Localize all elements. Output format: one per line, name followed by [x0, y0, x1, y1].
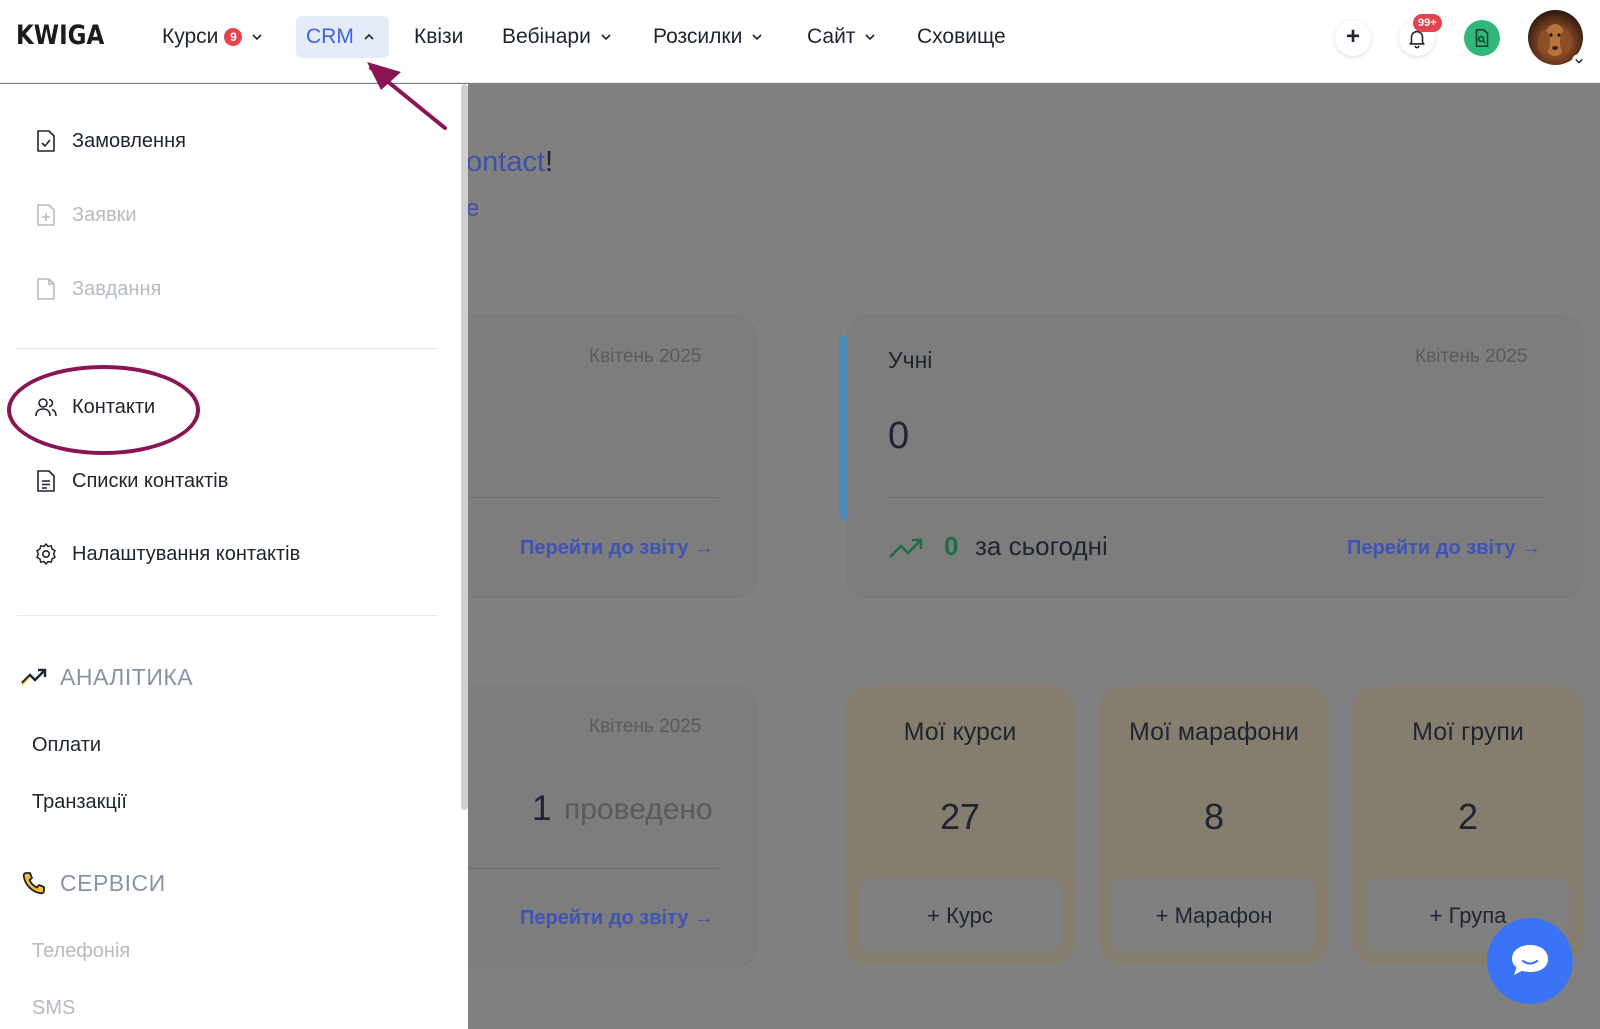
students-count: 0: [888, 415, 910, 457]
nav-storage-label: Сховище: [917, 25, 1006, 48]
menu-item-sms[interactable]: SMS: [32, 997, 75, 1020]
menu-item-payments[interactable]: Оплати: [32, 734, 101, 757]
file-plus-icon: [34, 203, 58, 227]
greeting-exclamation: !: [545, 146, 554, 178]
add-course-button[interactable]: + Курс: [859, 879, 1061, 952]
card3-held-label: проведено: [564, 793, 713, 826]
card3-held-count: 1: [532, 789, 552, 828]
menu-item-orders[interactable]: Замовлення: [34, 129, 186, 153]
chevron-down-icon: [865, 34, 876, 41]
menu-item-orders-label: Замовлення: [72, 129, 186, 152]
nav-webinars-label: Вебінари: [502, 25, 591, 48]
menu-item-tasks-label: Завдання: [72, 277, 162, 300]
students-today-count: 0: [944, 531, 959, 561]
menu-item-contact-settings[interactable]: Налаштування контактів: [34, 542, 300, 566]
chevron-down-icon: [601, 34, 611, 41]
services-section-heading: СЕРВІСИ: [20, 869, 166, 897]
trending-up-icon: [20, 663, 48, 691]
students-today-label: за сьогодні: [975, 531, 1108, 561]
nav-quizzes-label: Квізи: [414, 25, 464, 48]
card1-report-link[interactable]: Перейти до звіту →: [520, 537, 714, 560]
nav-mailings[interactable]: Розсилки: [643, 16, 772, 58]
menu-divider: [17, 348, 438, 349]
menu-item-telephony[interactable]: Телефонія: [32, 940, 130, 963]
my-marathons-card: Мої марафони 8 + Марафон: [1099, 686, 1329, 964]
nav-courses[interactable]: Курси 9: [152, 16, 272, 58]
plus-icon: +: [1345, 23, 1360, 50]
avatar-chevron-down-icon[interactable]: [1572, 54, 1586, 68]
nav-mailings-label: Розсилки: [653, 25, 743, 48]
courses-badge: 9: [224, 28, 243, 46]
crm-dropdown-menu: Замовлення Заявки Завдання Контакти Спис…: [0, 84, 468, 1029]
menu-item-requests-label: Заявки: [72, 203, 137, 226]
students-report-link[interactable]: Перейти до звіту →: [1347, 537, 1541, 560]
notifications-badge: 99+: [1413, 14, 1442, 32]
nav-storage[interactable]: Сховище: [907, 16, 1016, 58]
students-divider: [888, 497, 1544, 498]
chevron-down-icon: [252, 34, 262, 41]
file-icon: [34, 277, 58, 301]
my-marathons-title: Мої марафони: [1128, 718, 1300, 746]
nav-crm-label: CRM: [306, 25, 354, 48]
menu-item-transactions[interactable]: Транзакції: [32, 791, 127, 814]
students-title: Учні: [888, 347, 933, 373]
analytics-heading-label: АНАЛІТИКА: [60, 663, 194, 690]
nav-webinars[interactable]: Вебінари: [492, 16, 621, 58]
my-marathons-count: 8: [1203, 796, 1225, 837]
nav-site-label: Сайт: [807, 25, 856, 48]
add-marathon-button[interactable]: + Марафон: [1113, 879, 1315, 952]
nav-courses-label: Курси: [162, 25, 219, 48]
trending-up-icon: [889, 538, 923, 558]
my-groups-count: 2: [1457, 796, 1479, 837]
file-text-icon: [34, 469, 58, 493]
students-date: Квітень 2025: [1415, 346, 1528, 367]
chat-button[interactable]: [1487, 918, 1573, 1004]
my-courses-title: Мої курси: [903, 718, 1017, 746]
menu-divider: [17, 615, 438, 616]
kwiga-logo[interactable]: KWIGA: [16, 20, 104, 51]
greeting-sub-link[interactable]: e: [466, 195, 479, 223]
services-heading-label: СЕРВІСИ: [60, 869, 166, 896]
annotation-arrow-icon: [367, 62, 447, 130]
chat-bubble-icon: [1512, 945, 1548, 975]
phone-icon: [20, 869, 48, 897]
file-check-icon: [34, 129, 58, 153]
top-navbar: KWIGA Курси 9 CRM Квізи Вебінари Розсилк…: [0, 0, 1600, 83]
chevron-down-icon: [752, 34, 762, 41]
my-courses-card: Мої курси 27 + Курс: [845, 686, 1075, 964]
annotation-ellipse: [7, 365, 200, 455]
analytics-section-heading: АНАЛІТИКА: [20, 663, 193, 691]
file-search-button[interactable]: [1464, 20, 1500, 56]
my-courses-count: 27: [939, 796, 981, 837]
card3-divider: [468, 868, 718, 869]
file-search-icon: [1475, 28, 1489, 48]
menu-item-contact-settings-label: Налаштування контактів: [72, 542, 301, 565]
menu-item-tasks[interactable]: Завдання: [34, 277, 161, 301]
students-accent-bar: [839, 335, 847, 520]
chevron-up-icon: [364, 33, 374, 40]
menu-item-contact-lists[interactable]: Списки контактів: [34, 469, 228, 493]
menu-item-contact-lists-label: Списки контактів: [72, 469, 229, 492]
card1-date: Квітень 2025: [589, 346, 702, 367]
greeting-link[interactable]: ontact!: [466, 146, 553, 179]
card3-report-link[interactable]: Перейти до звіту →: [520, 907, 714, 930]
greeting-link-text: ontact: [466, 146, 545, 178]
card1-divider: [468, 497, 718, 498]
card3-date: Квітень 2025: [589, 716, 702, 737]
add-button[interactable]: +: [1335, 20, 1371, 56]
nav-site[interactable]: Сайт: [797, 16, 885, 58]
menu-item-requests[interactable]: Заявки: [34, 203, 137, 227]
my-groups-title: Мої групи: [1412, 718, 1524, 746]
sidebar-scrollbar[interactable]: [461, 84, 468, 810]
gear-icon: [34, 542, 58, 566]
